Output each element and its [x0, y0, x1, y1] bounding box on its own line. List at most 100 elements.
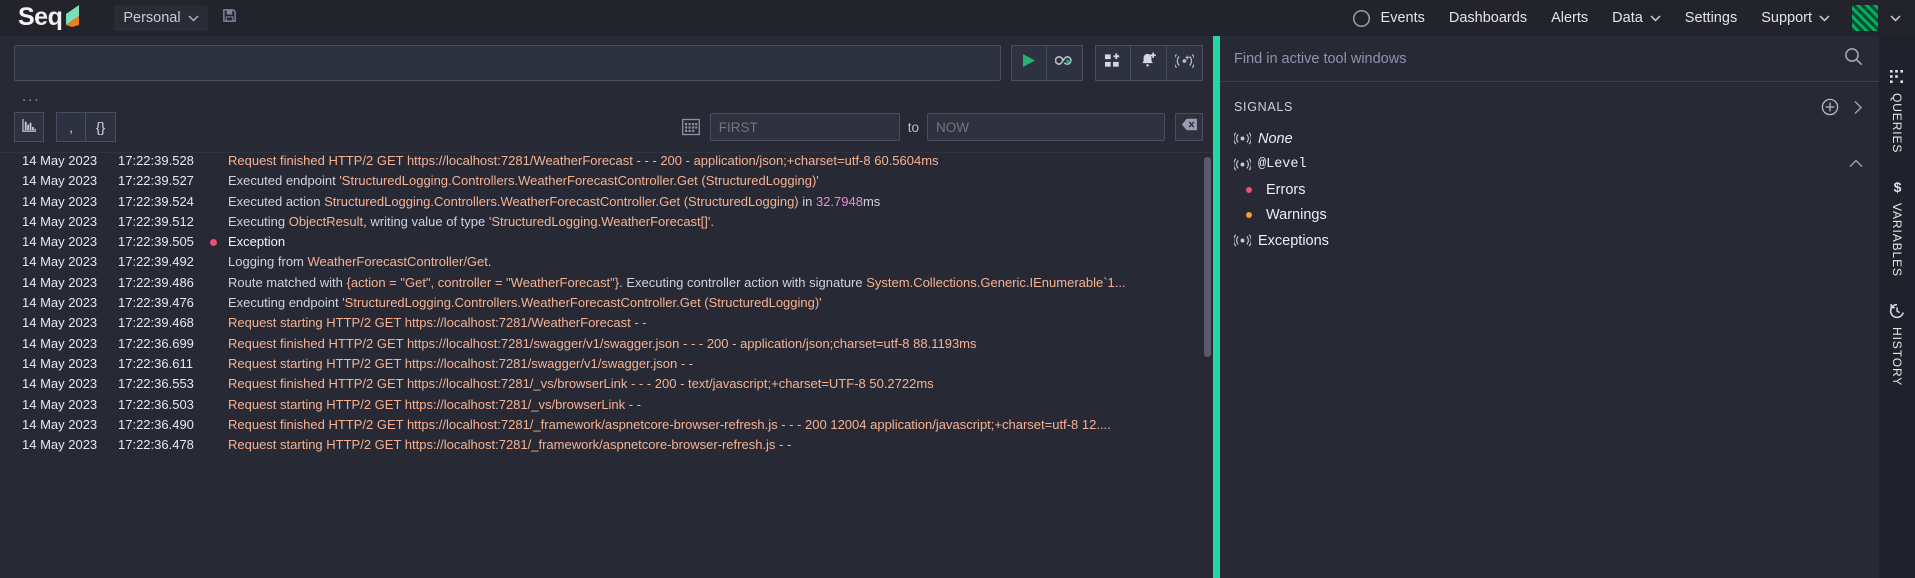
event-row[interactable]: 14 May 2023 17:22:36.699 Request finished … — [0, 336, 1213, 356]
rail-tab-variables[interactable]: $ VARIABLES — [1890, 179, 1904, 277]
nav-link-events[interactable]: Events — [1381, 10, 1425, 26]
event-list-scrollbar[interactable] — [1204, 157, 1211, 357]
event-message-token: StructuredLogging.Controllers.WeatherFor… — [324, 193, 799, 209]
event-message-token: WeatherForecastController/Get — [307, 254, 488, 270]
search-input[interactable] — [14, 45, 1001, 81]
nav-link-settings[interactable]: Settings — [1685, 10, 1737, 26]
bullet-icon — [1246, 186, 1266, 193]
event-row[interactable]: 14 May 2023 17:22:39.486 Route matched wit… — [0, 275, 1213, 295]
event-time: 17:22:39.524 — [118, 193, 194, 209]
chart-view-button[interactable] — [14, 112, 44, 142]
signal-icon — [1234, 234, 1258, 247]
search-icon[interactable] — [1844, 47, 1863, 71]
event-time: 17:22:39.492 — [118, 254, 194, 270]
nav-link-settings-label: Settings — [1684, 10, 1738, 26]
chart-view-group — [14, 112, 44, 142]
event-message-token: 'StructuredLogging.Controllers.WeatherFo… — [339, 173, 819, 189]
plus-circle-icon[interactable] — [1821, 98, 1839, 116]
create-alert-button[interactable] — [1131, 45, 1167, 81]
event-time: 17:22:36.490 — [118, 416, 194, 432]
nav-link-dashboards[interactable]: Dashboards — [1449, 10, 1527, 26]
event-message-token: , writing value of type — [363, 213, 489, 229]
seq-logo-mark — [66, 5, 80, 32]
save-icon[interactable] — [222, 8, 237, 28]
range-to-input[interactable] — [927, 113, 1165, 141]
signal-item-exceptions[interactable]: Exceptions — [1220, 228, 1879, 254]
nav-link-data[interactable]: Data — [1612, 10, 1661, 26]
event-list[interactable]: 14 May 2023 17:22:39.528 Request finished … — [0, 152, 1213, 578]
event-message: Executing ObjectResult, writing value of… — [228, 214, 1207, 229]
event-row[interactable]: 14 May 2023 17:22:39.524 Executed action S… — [0, 194, 1213, 214]
chevron-down-icon — [1819, 10, 1830, 26]
infinity-loop-icon — [1054, 53, 1075, 73]
event-row[interactable]: 14 May 2023 17:22:39.527 Executed endpoint… — [0, 173, 1213, 193]
event-row[interactable]: 14 May 2023 17:22:36.553 Request finished … — [0, 376, 1213, 396]
nav-link-support-label: Support — [1761, 10, 1812, 26]
event-message: Request starting HTTP/2 GET https://loca… — [228, 315, 1207, 330]
event-time: 17:22:36.553 — [118, 376, 194, 392]
rail-tab-history[interactable]: HISTORY — [1889, 303, 1905, 386]
event-date: 14 May 2023 — [22, 315, 98, 331]
event-row[interactable]: 14 May 2023 17:22:39.528 Request finished … — [0, 153, 1213, 173]
environment-selector[interactable]: Personal — [114, 5, 208, 31]
signal-item-label: None — [1258, 130, 1293, 147]
calendar-icon[interactable] — [681, 118, 700, 136]
event-message-token: in — [798, 193, 816, 209]
signal-item-none[interactable]: None — [1220, 126, 1879, 152]
create-signal-button[interactable] — [1167, 45, 1203, 81]
brand-logo[interactable]: Seq — [18, 4, 80, 32]
event-row[interactable]: 14 May 2023 17:22:39.505 Exception — [0, 234, 1213, 254]
event-message: Request finished HTTP/2 GET https://loca… — [228, 376, 1207, 391]
clear-range-icon — [1181, 118, 1198, 136]
event-message-token: {action = "Get", controller = "WeatherFo… — [346, 274, 620, 290]
run-query-button[interactable] — [1011, 45, 1047, 81]
nav-link-dashboards-label: Dashboards — [1448, 10, 1528, 26]
event-row[interactable]: 14 May 2023 17:22:36.503 Request starting … — [0, 397, 1213, 417]
rail-tab-variables-label: VARIABLES — [1890, 203, 1904, 278]
event-row[interactable]: 14 May 2023 17:22:39.512 Executing ObjectR… — [0, 214, 1213, 234]
event-message-token: . Executing controller action with signa… — [619, 274, 867, 290]
event-row[interactable]: 14 May 2023 17:22:39.468 Request starting … — [0, 315, 1213, 335]
signal-item-errors[interactable]: Errors — [1220, 177, 1879, 203]
nav-link-alerts-label: Alerts — [1551, 10, 1589, 26]
queries-icon — [1889, 70, 1905, 85]
tail-query-button[interactable] — [1047, 45, 1083, 81]
query-ellipsis-toggle[interactable]: ... — [22, 88, 41, 105]
signal-item--level[interactable]: @Level — [1220, 152, 1879, 178]
signals-list: None @Level Errors Warnings Exceptions — [1220, 120, 1879, 254]
nav-link-events-label: Events — [1380, 10, 1425, 26]
moon-icon[interactable] — [1352, 9, 1371, 28]
find-row — [1220, 36, 1879, 82]
history-icon — [1889, 303, 1905, 319]
clear-range-button[interactable] — [1175, 113, 1203, 141]
event-row[interactable]: 14 May 2023 17:22:36.490 Request finished … — [0, 417, 1213, 437]
event-row[interactable]: 14 May 2023 17:22:36.611 Request starting … — [0, 356, 1213, 376]
event-time: 17:22:39.505 — [118, 234, 194, 250]
view-tools-row: ‚ {} FIRST to NOW — [0, 108, 1213, 142]
nav-link-alerts[interactable]: Alerts — [1551, 10, 1588, 26]
range-to-label: to — [907, 119, 919, 135]
signal-item-warnings[interactable]: Warnings — [1220, 203, 1879, 229]
event-time: 17:22:36.699 — [118, 335, 194, 351]
tool-window-rail: QUERIES $ VARIABLES HISTORY — [1879, 36, 1915, 578]
add-to-dashboard-button[interactable] — [1095, 45, 1131, 81]
event-time: 17:22:39.528 — [118, 153, 194, 168]
chevron-right-icon[interactable] — [1853, 100, 1863, 115]
event-row[interactable]: 14 May 2023 17:22:39.476 Executing endpoin… — [0, 295, 1213, 315]
nav-link-support[interactable]: Support — [1761, 10, 1830, 26]
event-row[interactable]: 14 May 2023 17:22:39.492 Logging from Weat… — [0, 254, 1213, 274]
event-date: 14 May 2023 — [22, 173, 98, 189]
pane-divider[interactable] — [1213, 36, 1220, 578]
json-view-button[interactable]: {} — [86, 112, 116, 142]
query-expand-row: ... — [0, 81, 1213, 108]
user-menu[interactable] — [1852, 5, 1901, 31]
range-from-input[interactable] — [709, 113, 900, 141]
find-input[interactable] — [1234, 50, 1844, 67]
raw-view-button[interactable]: ‚ — [56, 112, 86, 142]
event-level-indicator — [210, 239, 228, 247]
query-action-button-group — [1095, 45, 1203, 81]
event-message-token: Request finished HTTP/2 GET https://loca… — [228, 335, 977, 351]
chevron-up-icon[interactable] — [1849, 155, 1863, 173]
event-row[interactable]: 14 May 2023 17:22:36.478 Request starting … — [0, 437, 1213, 457]
rail-tab-queries[interactable]: QUERIES — [1889, 70, 1905, 153]
